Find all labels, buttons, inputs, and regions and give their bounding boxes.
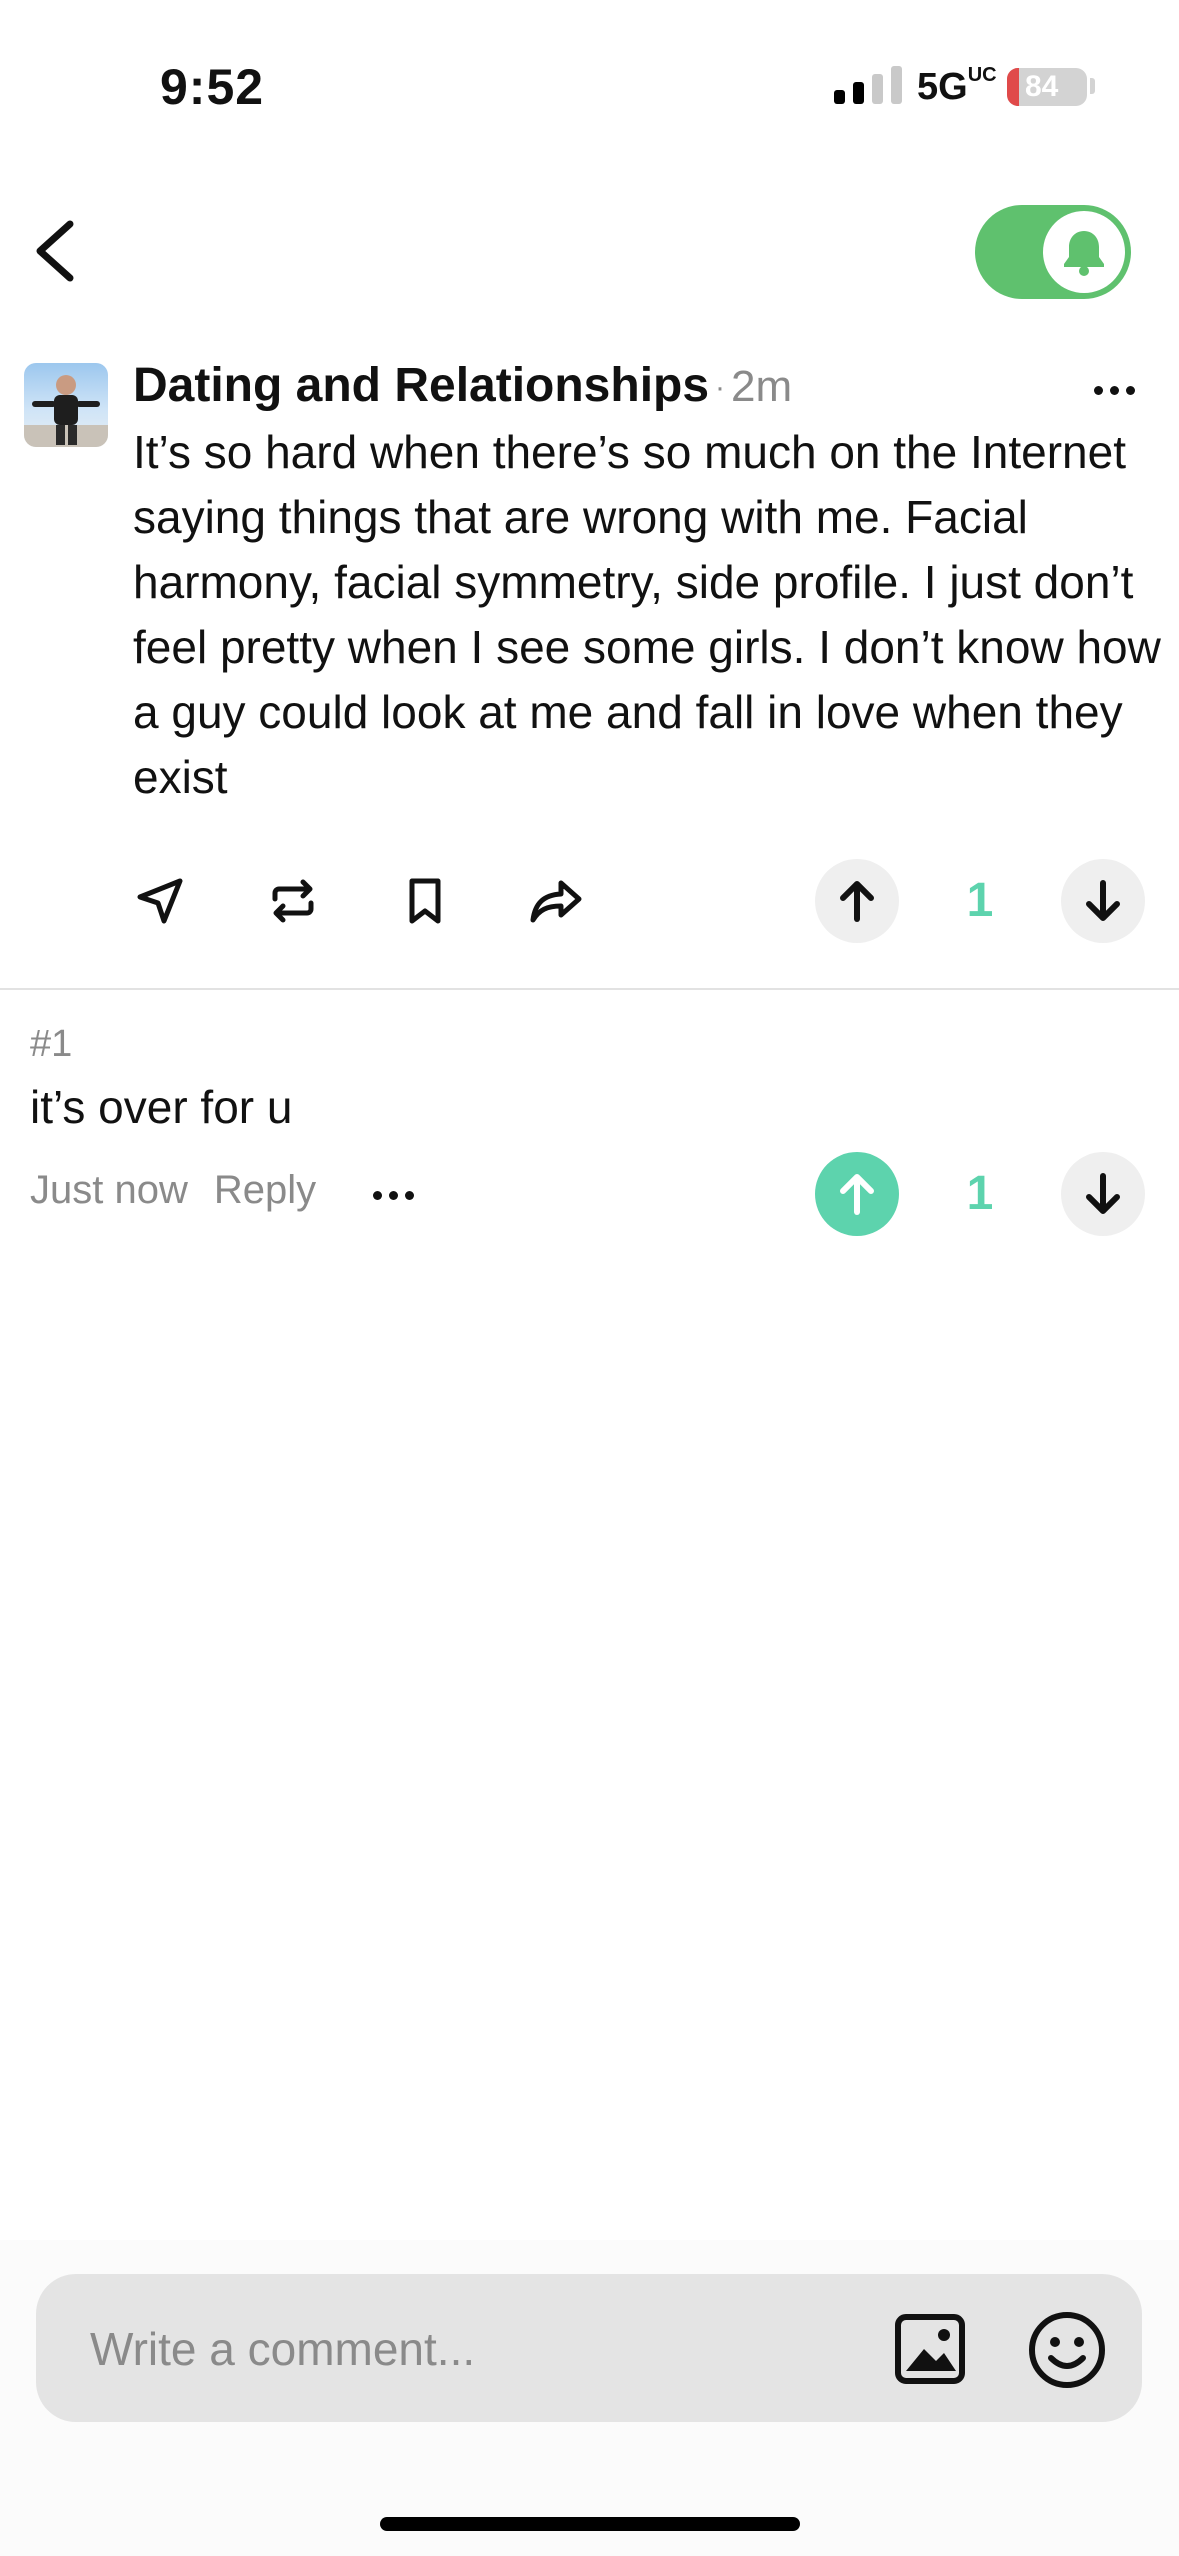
post-body: It’s so hard when there’s so much on the… (133, 426, 1161, 803)
share-button[interactable] (522, 866, 592, 936)
emoji-button[interactable] (1027, 2310, 1107, 2390)
attach-image-button[interactable] (894, 2313, 966, 2385)
chevron-left-icon (36, 220, 74, 282)
bookmark-icon (409, 878, 441, 924)
comment-upvote-button[interactable] (815, 1152, 899, 1236)
network-suffix: UC (967, 64, 997, 86)
divider (0, 988, 1179, 990)
paper-plane-icon (137, 878, 183, 924)
avatar-image (24, 375, 108, 447)
comment-time: Just now (30, 1168, 188, 1212)
comment-composer (36, 2274, 1142, 2422)
dot (1094, 385, 1103, 395)
arrow-up-icon (840, 881, 874, 922)
dot (1110, 385, 1119, 395)
repost-icon (272, 879, 314, 923)
comment-number: #1 (30, 1023, 73, 1065)
post-vote-count: 1 (966, 874, 994, 927)
battery-level (1007, 68, 1019, 106)
comment-text: it’s over for u (30, 1081, 293, 1133)
network-type: 5G (917, 66, 968, 108)
arrow-up-icon (840, 1174, 874, 1215)
post-more-button[interactable] (1094, 375, 1144, 405)
battery-icon: 84 (1007, 68, 1087, 106)
home-indicator (380, 2517, 800, 2531)
dot (1126, 385, 1135, 395)
arrow-down-icon (1086, 1173, 1120, 1214)
comment-input[interactable] (88, 2308, 872, 2390)
post-upvote-button[interactable] (815, 859, 899, 943)
toggle-knob (1043, 211, 1125, 293)
comment-vote-count: 1 (966, 1167, 994, 1220)
battery-percent: 84 (1025, 70, 1059, 103)
image-icon (895, 2314, 965, 2384)
send-button[interactable] (125, 866, 195, 936)
comment-meta: Just now Reply (30, 1168, 316, 1213)
arrow-down-icon (1086, 880, 1120, 921)
network-label: 5GUC (917, 64, 997, 109)
notifications-toggle[interactable] (975, 205, 1131, 299)
post-header: Dating and Relationships · 2m (133, 358, 792, 413)
battery-cap (1090, 78, 1095, 94)
community-name[interactable]: Dating and Relationships (133, 359, 709, 412)
comment-downvote-button[interactable] (1061, 1152, 1145, 1236)
reply-button[interactable]: Reply (214, 1168, 316, 1213)
smiley-icon (1029, 2312, 1105, 2388)
bookmark-button[interactable] (390, 866, 460, 936)
back-button[interactable] (28, 216, 88, 286)
dot (373, 1190, 382, 1200)
share-arrow-icon (530, 880, 582, 923)
post-age: 2m (731, 362, 793, 411)
status-time: 9:52 (160, 59, 265, 115)
dot (405, 1190, 414, 1200)
comment-more-button[interactable] (373, 1180, 414, 1210)
bell-icon (1064, 231, 1104, 276)
header-separator: · (715, 371, 726, 405)
repost-button[interactable] (258, 866, 328, 936)
community-avatar[interactable] (24, 363, 108, 447)
post-downvote-button[interactable] (1061, 859, 1145, 943)
cellular-signal-icon (834, 66, 902, 104)
dot (389, 1190, 398, 1200)
